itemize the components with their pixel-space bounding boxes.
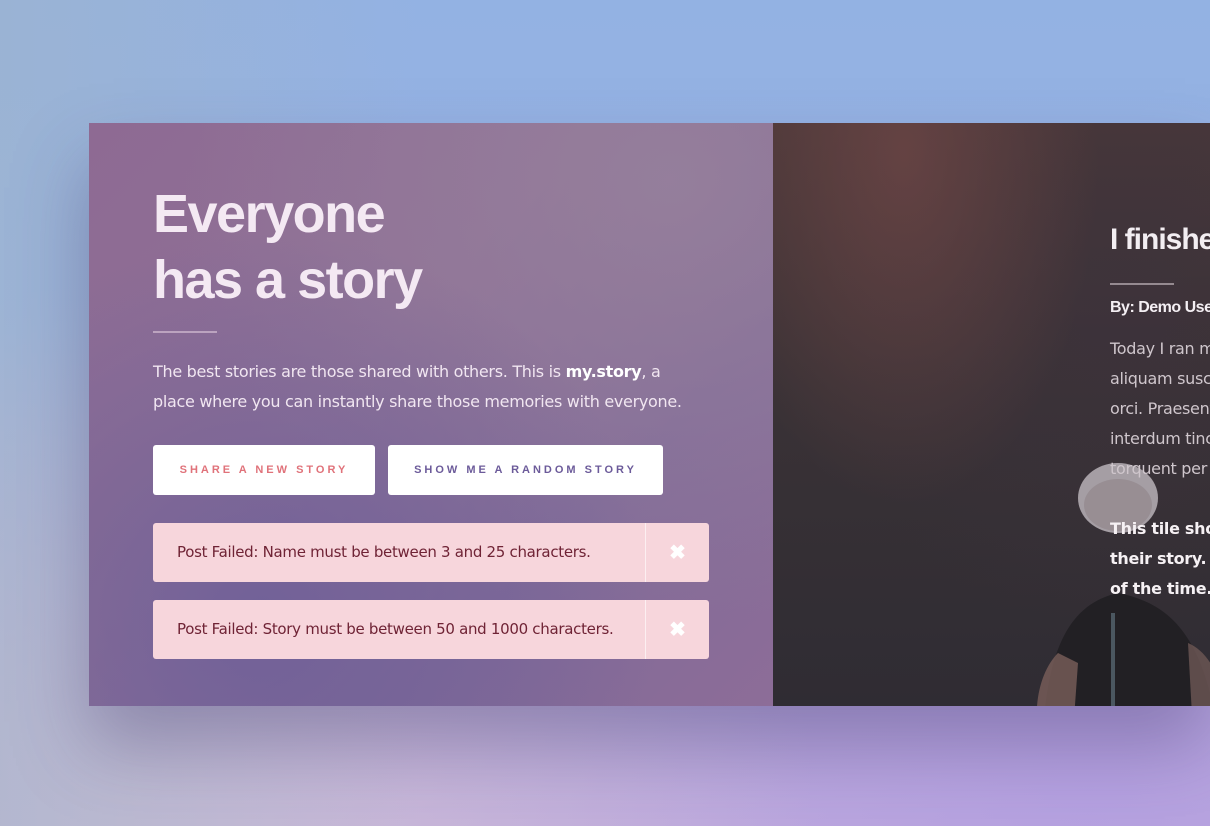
story-body: Today I ran m aliquam susci orci. Praese…	[1110, 334, 1210, 484]
story-note: This tile show their story. A of the tim…	[1110, 514, 1210, 604]
story-divider	[1110, 283, 1174, 285]
story-note-line: This tile show	[1110, 519, 1210, 538]
random-story-button[interactable]: SHOW ME A RANDOM STORY	[388, 445, 663, 495]
story-body-line: orci. Praesent	[1110, 399, 1210, 418]
story-title: I finishe	[1110, 223, 1210, 256]
intro-text-start: The best stories are those shared with o…	[153, 362, 566, 381]
close-icon[interactable]: ✖	[645, 523, 709, 582]
story-tile: I finishe By: Demo Use Today I ran m ali…	[773, 123, 1210, 706]
error-alert-story: Post Failed: Story must be between 50 an…	[153, 600, 709, 659]
error-alert-message: Post Failed: Story must be between 50 an…	[177, 620, 614, 638]
error-alert-name: Post Failed: Name must be between 3 and …	[153, 523, 709, 582]
error-alert-message: Post Failed: Name must be between 3 and …	[177, 543, 591, 561]
intro-panel: Everyone has a story The best stories ar…	[89, 123, 773, 706]
close-icon[interactable]: ✖	[645, 600, 709, 659]
story-body-line: aliquam susci	[1110, 369, 1210, 388]
page-title-line-2: has a story	[153, 250, 423, 310]
story-author: By: Demo Use	[1110, 299, 1210, 316]
page-title-line-1: Everyone	[153, 184, 386, 244]
share-new-story-button[interactable]: SHARE A NEW STORY	[153, 445, 375, 495]
story-note-line: of the time.	[1110, 579, 1210, 598]
story-body-line: interdum tinc	[1110, 429, 1210, 448]
title-divider	[153, 331, 217, 333]
intro-description: The best stories are those shared with o…	[153, 357, 693, 417]
brand-name: my.story	[565, 362, 642, 381]
main-card: Everyone has a story The best stories ar…	[89, 123, 1210, 706]
story-note-line: their story. A	[1110, 549, 1210, 568]
story-body-line: Today I ran m	[1110, 339, 1210, 358]
story-body-line: torquent per c	[1110, 459, 1210, 478]
page-title: Everyone has a story	[153, 181, 423, 313]
